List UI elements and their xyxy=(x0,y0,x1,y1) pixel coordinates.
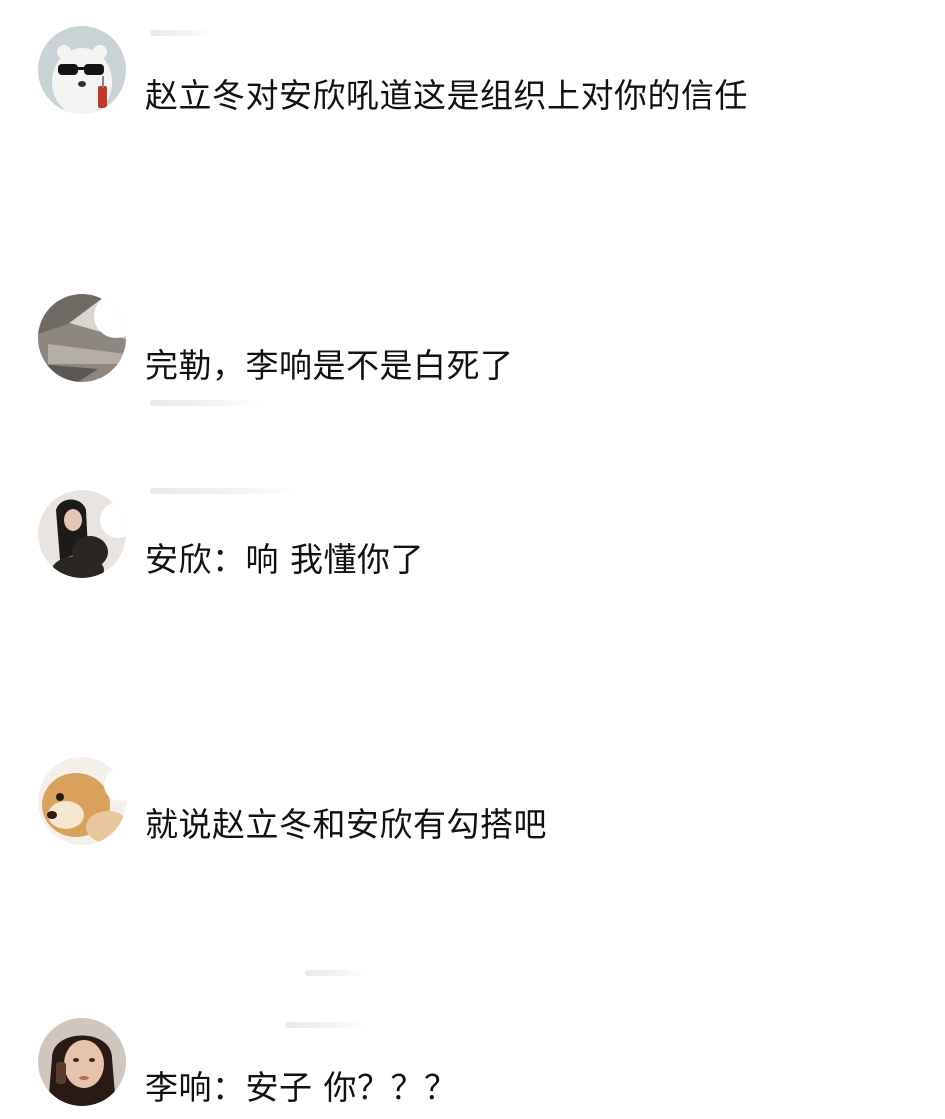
polar-bear-sunglasses-icon xyxy=(38,26,126,114)
username-placeholder xyxy=(150,30,210,36)
comment-text: 就说赵立冬和安欣有勾搭吧 xyxy=(145,805,547,844)
girl-with-dog-icon xyxy=(38,490,126,578)
comment-text: 赵立冬对安欣吼道这是组织上对你的信任 xyxy=(145,76,748,115)
building-corridor-icon xyxy=(38,294,126,382)
comment-text: 李响：安子 你？？？ xyxy=(145,1068,458,1107)
username-placeholder xyxy=(150,400,260,406)
comment-item-3: 安欣：响 我懂你了 xyxy=(0,488,945,588)
woman-on-phone-icon xyxy=(38,1018,126,1106)
username-placeholder xyxy=(305,970,365,976)
username-placeholder xyxy=(285,1022,365,1028)
comment-item-4: 就说赵立冬和安欣有勾搭吧 xyxy=(0,755,945,855)
comment-item-2: 完勒，李响是不是白死了 xyxy=(0,292,945,406)
user-avatar-building[interactable] xyxy=(38,294,126,382)
comment-item-5: 李响：安子 你？？？ xyxy=(0,970,945,1118)
shiba-dog-icon xyxy=(38,757,126,845)
comment-item-1: 赵立冬对安欣吼道这是组织上对你的信任 xyxy=(0,24,945,124)
user-avatar-woman-phone[interactable] xyxy=(38,1018,126,1106)
user-avatar-polar-bear[interactable] xyxy=(38,26,126,114)
user-avatar-girl-dog[interactable] xyxy=(38,490,126,578)
comment-text: 安欣：响 我懂你了 xyxy=(145,540,424,579)
username-placeholder xyxy=(150,488,300,494)
user-avatar-shiba[interactable] xyxy=(38,757,126,845)
comment-text: 完勒，李响是不是白死了 xyxy=(145,346,514,385)
